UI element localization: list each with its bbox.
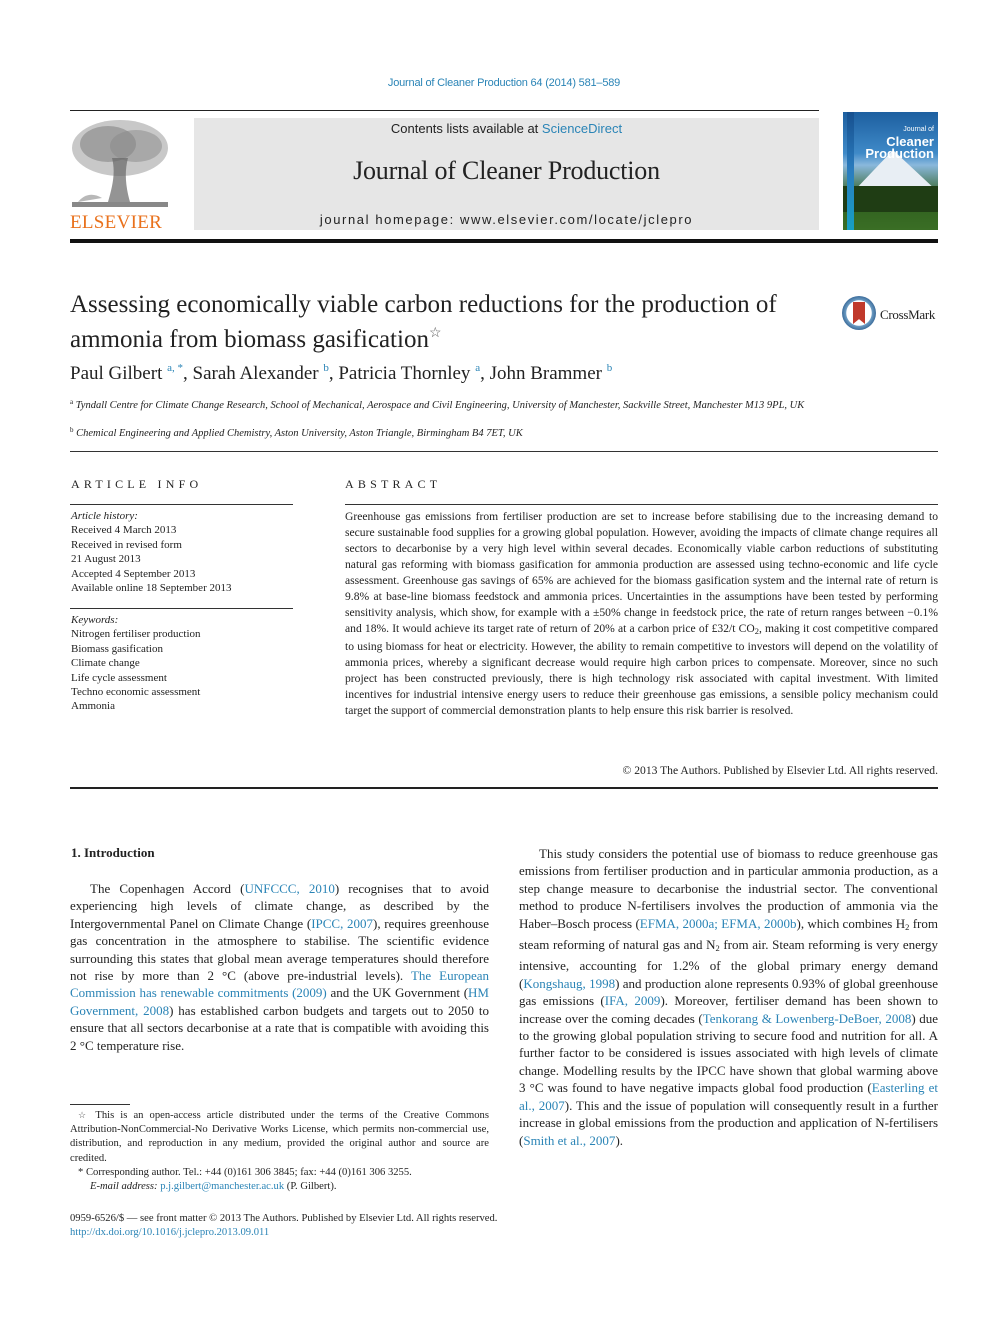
elsevier-wordmark: ELSEVIER [70,212,163,233]
article-history: Article history: Received 4 March 2013 R… [71,510,232,595]
contents-prefix: Contents lists available at [390,121,542,136]
paragraph: The Copenhagen Accord (UNFCCC, 2010) rec… [70,881,490,1053]
citation-link[interactable]: Smith et al., 2007 [523,1133,615,1148]
abstract-bottom-divider [70,787,938,789]
history-item: Received in revised form [71,538,182,551]
author-name[interactable]: Paul Gilbert [70,363,162,384]
author-name[interactable]: Patricia Thornley [338,363,470,384]
journal-citation-link[interactable]: Journal of Cleaner Production 64 (2014) … [0,77,992,89]
trees-graphic [843,186,938,212]
email-footnote: E-mail address: p.j.gilbert@manchester.a… [90,1181,337,1193]
cover-stripe [847,112,854,230]
article-title: Assessing economically viable carbon red… [70,291,777,353]
body-column-right: This study considers the potential use o… [519,845,938,1149]
keyword-item: Biomass gasification [71,642,163,655]
journal-title: Journal of Cleaner Production [353,156,660,185]
citation-link[interactable]: UNFCCC, 2010 [244,881,334,896]
author-affiliation-mark[interactable]: a, * [167,362,183,374]
citation-link[interactable]: IPCC, 2007 [311,916,373,931]
corresponding-author-footnote: * Corresponding author. Tel.: +44 (0)161… [78,1166,412,1178]
author-affiliation-mark[interactable]: a [475,362,480,374]
keyword-item: Ammonia [71,700,115,713]
citation-link[interactable]: Tenkorang & Lowenberg-DeBoer, 2008 [703,1011,912,1026]
keyword-item: Climate change [71,657,140,670]
author-affiliation-mark[interactable]: b [607,362,613,374]
history-item: Available online 18 September 2013 [71,582,232,595]
body-column-left: The Copenhagen Accord (UNFCCC, 2010) rec… [70,880,489,1054]
journal-homepage[interactable]: journal homepage: www.elsevier.com/locat… [194,212,819,227]
header-thick-divider [70,239,938,243]
author-name[interactable]: Sarah Alexander [193,363,319,384]
front-matter: 0959-6526/$ — see front matter © 2013 Th… [70,1212,497,1240]
author-affiliation-mark[interactable]: b [323,362,329,374]
email-link[interactable]: p.j.gilbert@manchester.ac.uk [160,1181,284,1192]
star-icon: ☆ [78,1110,90,1120]
abstract-heading: ABSTRACT [345,477,442,491]
journal-masthead: Contents lists available at ScienceDirec… [194,118,819,230]
open-access-star-icon[interactable]: ☆ [429,326,442,341]
history-item: Received 4 March 2013 [71,524,177,537]
journal-cover-image[interactable]: Journal of Cleaner Production [843,112,938,230]
abstract-copyright: © 2013 The Authors. Published by Elsevie… [622,764,938,777]
divider [345,504,938,505]
affiliation-a: a Tyndall Centre for Climate Change Rese… [70,398,805,411]
history-item: 21 August 2013 [71,553,141,566]
cover-title: Journal of Cleaner Production [865,126,934,161]
keyword-item: Nitrogen fertiliser production [71,628,201,641]
keyword-item: Techno economic assessment [71,686,201,699]
section-divider [70,451,938,452]
sciencedirect-link[interactable]: ScienceDirect [542,121,622,136]
citation-link[interactable]: Kongshaug, 1998 [523,976,615,991]
section-heading-introduction: 1. Introduction [71,845,155,860]
affiliation-b: b Chemical Engineering and Applied Chemi… [70,426,523,439]
citation-link[interactable]: IFA, 2009 [605,993,661,1008]
divider [70,504,293,505]
footnote-divider [70,1104,130,1105]
footnotes: ☆ This is an open-access article distrib… [70,1108,489,1194]
citation-link[interactable]: EFMA, 2000a; EFMA, 2000b [640,916,797,931]
contents-available-line: Contents lists available at ScienceDirec… [194,121,819,136]
author-name[interactable]: John Brammer [490,363,602,384]
abstract-body: Greenhouse gas emissions from fertiliser… [345,510,938,717]
divider [70,608,293,609]
article-info-heading: ARTICLE INFO [71,477,203,491]
keyword-item: Life cycle assessment [71,671,167,684]
license-footnote: ☆ This is an open-access article distrib… [70,1110,489,1164]
issn-line: 0959-6526/$ — see front matter © 2013 Th… [70,1213,498,1224]
author-list: Paul Gilbert a, *, Sarah Alexander b, Pa… [70,362,613,384]
doi-link[interactable]: http://dx.doi.org/10.1016/j.jclepro.2013… [70,1227,269,1238]
crossmark-button[interactable]: CrossMark [840,296,950,336]
keywords: Keywords: Nitrogen fertiliser production… [71,614,201,713]
history-item: Accepted 4 September 2013 [71,567,196,580]
paragraph: This study considers the potential use o… [519,846,939,1148]
elsevier-logo[interactable]: ELSEVIER [68,118,172,234]
top-divider [70,110,819,111]
elsevier-tree-icon [72,120,168,207]
